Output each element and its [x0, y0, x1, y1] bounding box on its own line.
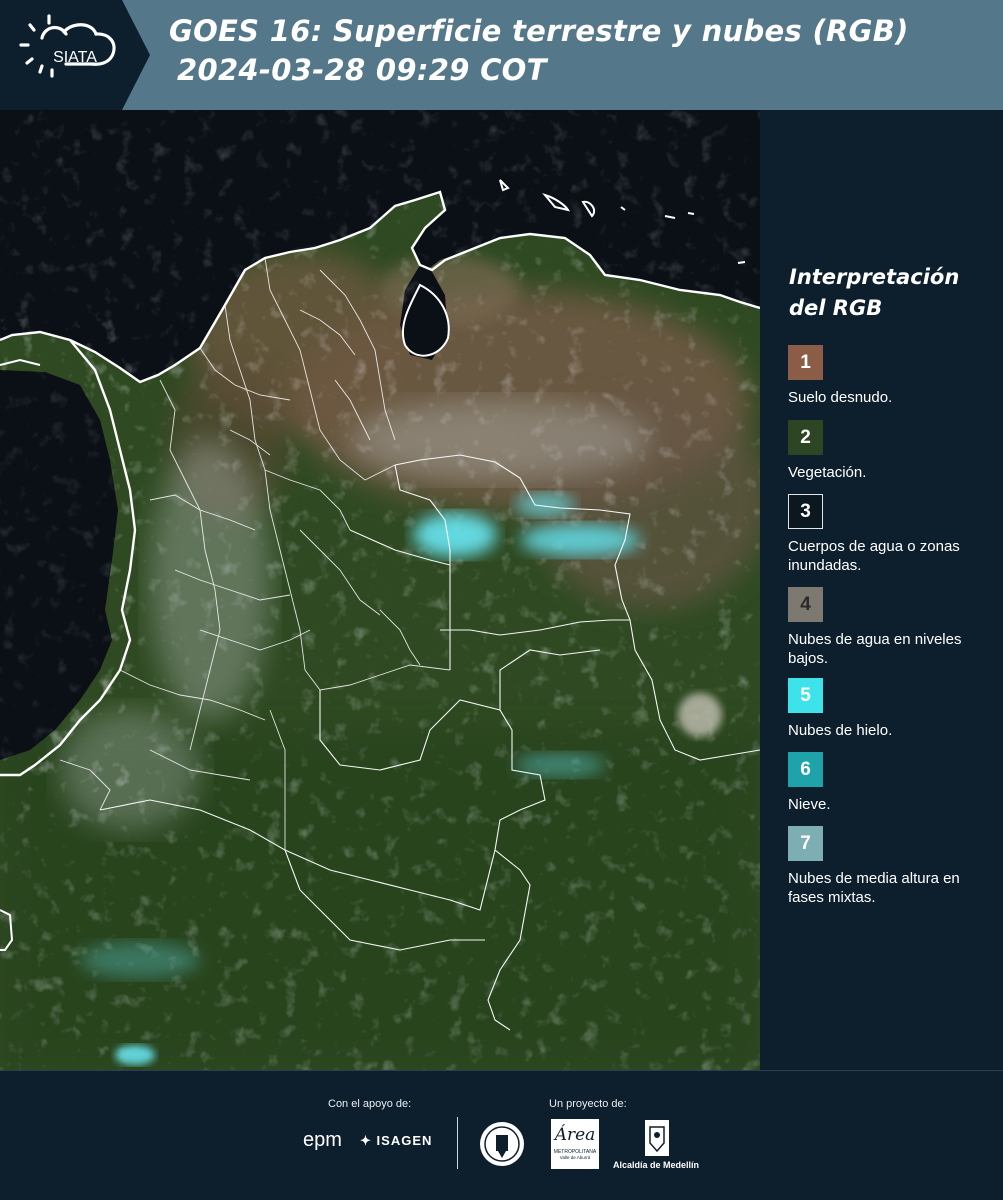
legend-title: Interpretación del RGB: [789, 265, 960, 320]
satellite-map: [0, 110, 760, 1070]
legend-item-3: 3 Cuerpos de agua o zonas inundadas.: [788, 494, 998, 575]
legend-item-2: 2 Vegetación.: [788, 420, 998, 482]
area-metropolitana-logo: Área METROPOLITANA Valle de Aburrá: [551, 1119, 599, 1169]
isagen-logo-text: ISAGEN: [376, 1133, 433, 1148]
legend-swatch: 5: [788, 678, 823, 713]
footer-divider: [457, 1117, 458, 1169]
legend-panel: Interpretación del RGB 1 Suelo desnudo. …: [760, 110, 1003, 1070]
legend-label: Vegetación.: [788, 464, 867, 481]
legend-label: Nubes de hielo.: [788, 722, 893, 739]
legend-item-6: 6 Nieve.: [788, 752, 998, 814]
area-metro-sub2: Valle de Aburrá: [559, 1155, 591, 1160]
medellin-seal: [478, 1118, 526, 1175]
legend-label: Nieve.: [788, 796, 831, 813]
legend-item-5: 5 Nubes de hielo.: [788, 678, 998, 740]
legend-item-7: 7 Nubes de media altura en fases mixtas.: [788, 826, 998, 907]
legend-item-4: 4 Nubes de agua en niveles bajos.: [788, 587, 998, 668]
sun-cloud-icon: SIATA: [19, 14, 116, 78]
svg-text:SIATA: SIATA: [53, 49, 97, 66]
legend-label: Nubes de media altura en fases mixtas.: [788, 870, 960, 906]
legend-label: Cuerpos de agua o zonas inundadas.: [788, 538, 960, 574]
project-caption: Un proyecto de:: [549, 1098, 627, 1110]
siata-logo: SIATA: [0, 0, 150, 110]
map-title: GOES 16: Superficie terrestre y nubes (R…: [169, 14, 909, 48]
legend-swatch: 7: [788, 826, 823, 861]
legend-item-1: 1 Suelo desnudo.: [788, 345, 998, 407]
legend-swatch: 4: [788, 587, 823, 622]
epm-logo: epm: [303, 1129, 342, 1151]
header-bar: SIATA GOES 16: Superficie terrestre y nu…: [0, 0, 1003, 110]
legend-swatch: 3: [788, 494, 823, 529]
alcaldia-shield: [644, 1119, 670, 1162]
alcaldia-logo-text: Alcaldía de Medellín: [613, 1160, 700, 1170]
footer: Con el apoyo de: Un proyecto de: epm ✦ I…: [0, 1070, 1003, 1200]
area-metro-title: Área: [554, 1125, 596, 1145]
satellite-image: [0, 110, 760, 1070]
legend-label: Nubes de agua en niveles bajos.: [788, 631, 962, 667]
legend-swatch: 2: [788, 420, 823, 455]
map-timestamp: 2024-03-28 09:29 COT: [177, 53, 547, 87]
isagen-logo: ✦ ISAGEN: [360, 1133, 432, 1149]
seal-icon: [480, 1122, 524, 1166]
legend-swatch: 1: [788, 345, 823, 380]
legend-label: Suelo desnudo.: [788, 389, 893, 406]
isagen-mark-icon: ✦: [360, 1133, 372, 1148]
support-caption: Con el apoyo de:: [328, 1098, 412, 1110]
shield-icon: [645, 1120, 669, 1156]
legend-swatch: 6: [788, 752, 823, 787]
